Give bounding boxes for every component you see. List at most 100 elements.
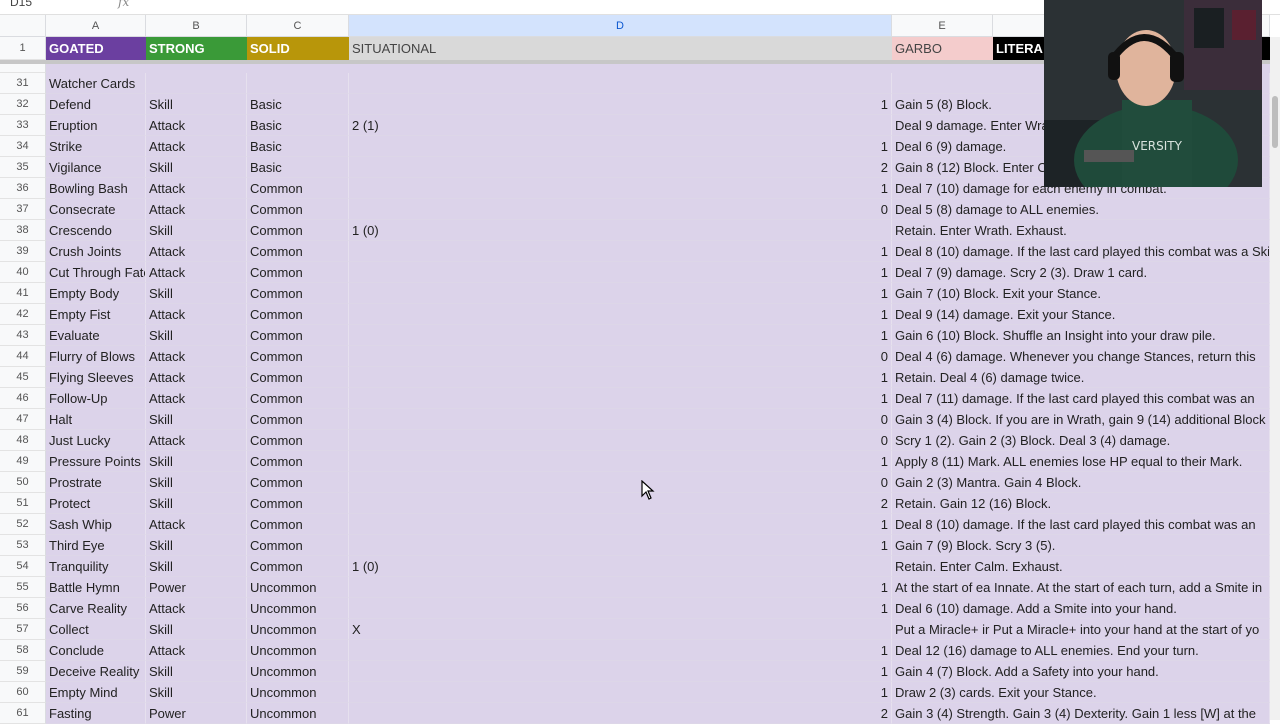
row-header[interactable]: 31 [0,73,46,94]
card-name-cell[interactable]: Defend [46,94,146,115]
card-rarity-cell[interactable]: Common [247,472,349,493]
column-header-c[interactable]: C [247,15,349,37]
card-rarity-cell[interactable]: Uncommon [247,577,349,598]
row-header[interactable]: 60 [0,682,46,703]
card-type-cell[interactable]: Skill [146,451,247,472]
row-header[interactable]: 50 [0,472,46,493]
card-description-cell[interactable]: Gain 4 (7) Block. Add a Safety into your… [892,661,1270,682]
card-name-cell[interactable]: Vigilance [46,157,146,178]
card-name-cell[interactable]: Third Eye [46,535,146,556]
row-header[interactable]: 57 [0,619,46,640]
card-cost-cell[interactable]: 1 [349,451,892,472]
row-header[interactable]: 51 [0,493,46,514]
card-cost-cell[interactable]: 1 [349,178,892,199]
card-type-cell[interactable]: Skill [146,157,247,178]
card-name-cell[interactable]: Battle Hymn [46,577,146,598]
card-description-cell[interactable]: Deal 7 (9) damage. Scry 2 (3). Draw 1 ca… [892,262,1270,283]
card-rarity-cell[interactable]: Common [247,199,349,220]
card-name-cell[interactable]: Halt [46,409,146,430]
card-cost-cell[interactable]: 0 [349,472,892,493]
card-name-cell[interactable]: Evaluate [46,325,146,346]
card-type-cell[interactable]: Skill [146,682,247,703]
card-rarity-cell[interactable]: Basic [247,94,349,115]
card-cost-cell[interactable]: 0 [349,430,892,451]
card-type-cell[interactable]: Skill [146,535,247,556]
row-header[interactable]: 1 [0,37,46,60]
card-type-cell[interactable]: Attack [146,241,247,262]
card-rarity-cell[interactable]: Common [247,220,349,241]
card-rarity-cell[interactable]: Common [247,178,349,199]
tier-header-cell[interactable]: GARBO [892,37,993,60]
card-cost-cell[interactable]: 1 [349,262,892,283]
column-header-e[interactable]: E [892,15,993,37]
card-description-cell[interactable]: Retain. Gain 12 (16) Block. [892,493,1270,514]
card-rarity-cell[interactable]: Common [247,514,349,535]
card-cost-cell[interactable]: 2 (1) [349,115,892,136]
card-cost-cell[interactable] [349,73,892,94]
card-rarity-cell[interactable]: Common [247,367,349,388]
card-description-cell[interactable]: Deal 8 (10) damage. If the last card pla… [892,514,1270,535]
card-type-cell[interactable]: Skill [146,220,247,241]
card-cost-cell[interactable]: 1 [349,94,892,115]
card-type-cell[interactable]: Attack [146,514,247,535]
card-rarity-cell[interactable]: Basic [247,136,349,157]
card-type-cell[interactable]: Attack [146,178,247,199]
card-cost-cell[interactable]: 0 [349,199,892,220]
card-rarity-cell[interactable] [247,73,349,94]
card-cost-cell[interactable]: 1 [349,304,892,325]
card-type-cell[interactable]: Attack [146,262,247,283]
card-name-cell[interactable]: Cut Through Fate [46,262,146,283]
card-rarity-cell[interactable]: Common [247,241,349,262]
card-description-cell[interactable]: Apply 8 (11) Mark. ALL enemies lose HP e… [892,451,1270,472]
card-cost-cell[interactable]: 1 [349,241,892,262]
card-name-cell[interactable]: Strike [46,136,146,157]
card-type-cell[interactable]: Attack [146,430,247,451]
card-rarity-cell[interactable]: Basic [247,115,349,136]
row-header[interactable] [0,64,46,73]
tier-header-cell[interactable]: SOLID [247,37,349,60]
card-rarity-cell[interactable]: Common [247,388,349,409]
card-type-cell[interactable] [146,73,247,94]
card-description-cell[interactable]: Deal 6 (10) damage. Add a Smite into you… [892,598,1270,619]
card-name-cell[interactable]: Crescendo [46,220,146,241]
card-rarity-cell[interactable]: Common [247,493,349,514]
card-rarity-cell[interactable]: Common [247,409,349,430]
card-type-cell[interactable]: Skill [146,472,247,493]
row-header[interactable]: 43 [0,325,46,346]
card-rarity-cell[interactable]: Common [247,283,349,304]
card-name-cell[interactable]: Bowling Bash [46,178,146,199]
scrollbar-thumb[interactable] [1272,96,1278,148]
row-header[interactable]: 36 [0,178,46,199]
card-cost-cell[interactable]: 1 [349,283,892,304]
card-name-cell[interactable]: Eruption [46,115,146,136]
card-name-cell[interactable]: Empty Mind [46,682,146,703]
row-header[interactable]: 42 [0,304,46,325]
card-cost-cell[interactable]: 1 [349,367,892,388]
card-name-cell[interactable]: Tranquility [46,556,146,577]
card-description-cell[interactable]: Deal 4 (6) damage. Whenever you change S… [892,346,1270,367]
card-cost-cell[interactable]: 1 [349,661,892,682]
column-header-d[interactable]: D [349,15,892,37]
card-rarity-cell[interactable]: Basic [247,157,349,178]
row-header[interactable]: 48 [0,430,46,451]
card-rarity-cell[interactable]: Uncommon [247,703,349,724]
card-description-cell[interactable]: Deal 12 (16) damage to ALL enemies. End … [892,640,1270,661]
card-name-cell[interactable]: Flying Sleeves [46,367,146,388]
row-header[interactable]: 38 [0,220,46,241]
card-name-cell[interactable]: Follow-Up [46,388,146,409]
card-cost-cell[interactable]: 2 [349,157,892,178]
row-header[interactable]: 44 [0,346,46,367]
card-description-cell[interactable]: Gain 3 (4) Block. If you are in Wrath, g… [892,409,1270,430]
row-header[interactable]: 39 [0,241,46,262]
card-cost-cell[interactable]: 1 [349,598,892,619]
card-description-cell[interactable]: At the start of ea Innate. At the start … [892,577,1270,598]
card-description-cell[interactable]: Retain. Enter Wrath. Exhaust. [892,220,1270,241]
row-header[interactable]: 56 [0,598,46,619]
card-name-cell[interactable]: Deceive Reality [46,661,146,682]
card-name-cell[interactable]: Watcher Cards [46,73,146,94]
select-all-corner[interactable] [0,15,46,37]
name-box[interactable]: D15 [10,0,32,9]
card-rarity-cell[interactable]: Uncommon [247,661,349,682]
card-name-cell[interactable]: Pressure Points [46,451,146,472]
card-cost-cell[interactable]: 0 [349,346,892,367]
